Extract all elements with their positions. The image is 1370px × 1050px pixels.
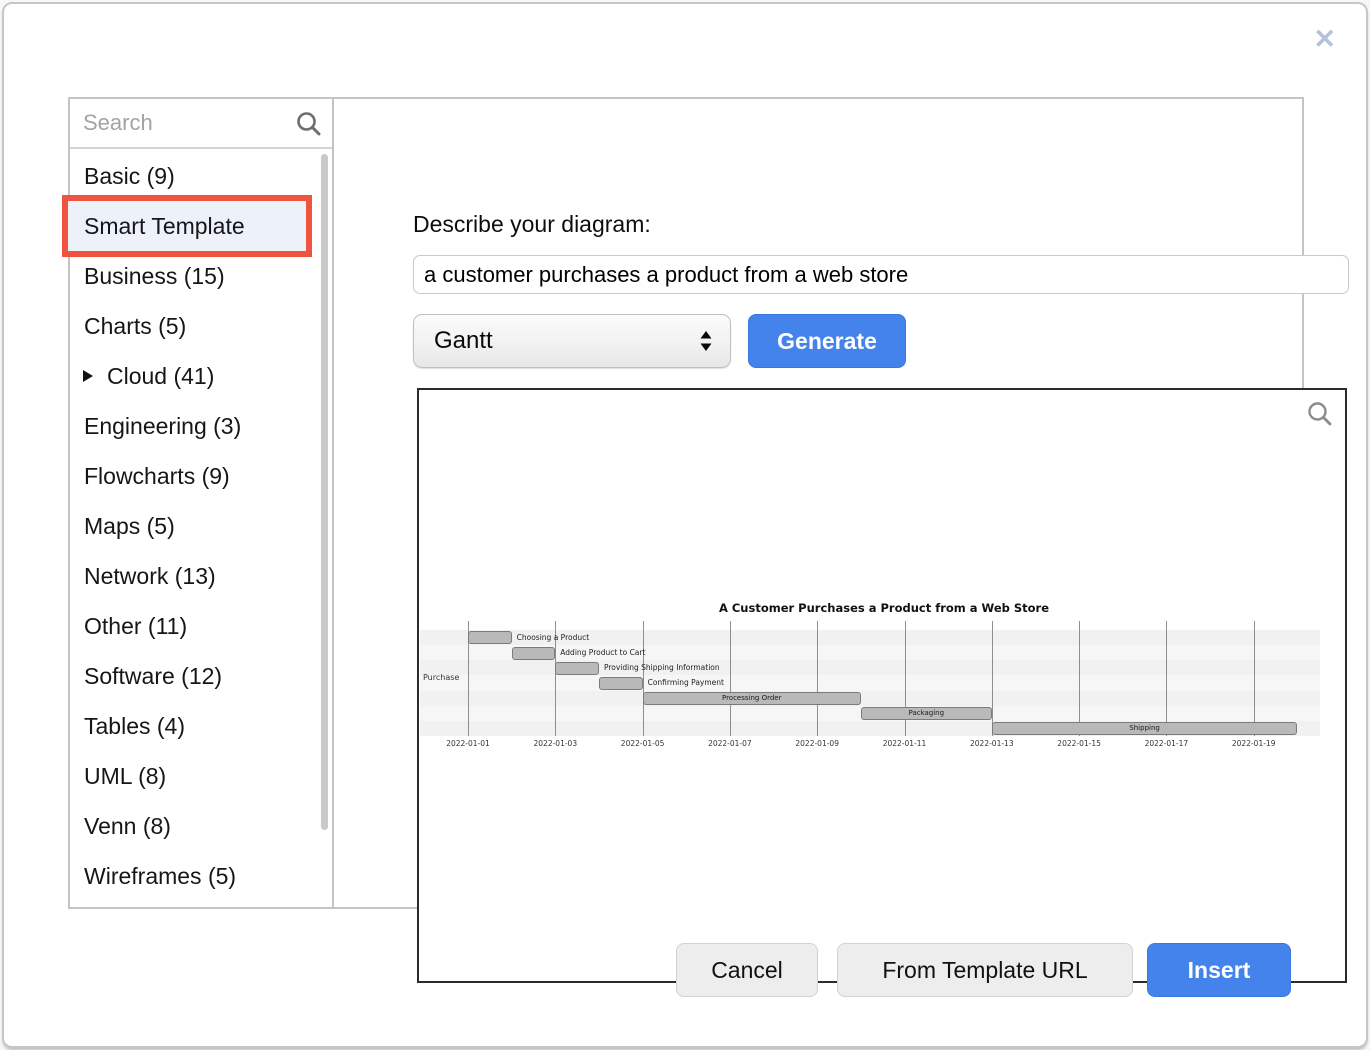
sidebar-item-maps-5[interactable]: Maps (5): [70, 501, 332, 551]
gantt-task-bar: Processing Order: [643, 692, 861, 705]
x-axis-tick-label: 2022-01-17: [1134, 739, 1198, 748]
x-axis-tick-label: 2022-01-09: [785, 739, 849, 748]
gantt-task-bar: Shipping: [992, 722, 1298, 735]
category-list: Basic (9) Smart Template Business (15) Char…: [70, 151, 332, 901]
sidebar-item-label: Charts (5): [84, 313, 186, 340]
gantt-task-label: Confirming Payment: [648, 678, 724, 687]
sidebar-item-label: Cloud (41): [107, 363, 214, 390]
sidebar-item-tables-4[interactable]: Tables (4): [70, 701, 332, 751]
sidebar-item-uml-8[interactable]: UML (8): [70, 751, 332, 801]
x-axis-tick-label: 2022-01-07: [698, 739, 762, 748]
gantt-task-label: Choosing a Product: [517, 633, 590, 642]
sidebar-item-label: UML (8): [84, 763, 166, 790]
diagram-preview[interactable]: A Customer Purchases a Product from a We…: [417, 388, 1347, 983]
x-axis-tick-label: 2022-01-05: [611, 739, 675, 748]
chart-gridline: [643, 621, 644, 736]
insert-button[interactable]: Insert: [1147, 943, 1291, 997]
gantt-group-label: Purchase: [423, 673, 459, 682]
sidebar-item-cloud-41[interactable]: Cloud (41): [70, 351, 332, 401]
gantt-task-bar: [555, 662, 599, 675]
sidebar-item-label: Venn (8): [84, 813, 171, 840]
sidebar-item-network-13[interactable]: Network (13): [70, 551, 332, 601]
gantt-task-bar: [599, 677, 643, 690]
search-icon: [295, 110, 322, 137]
sidebar-item-software-12[interactable]: Software (12): [70, 651, 332, 701]
sidebar-item-label: Network (13): [84, 563, 216, 590]
sidebar-item-wireframes-5[interactable]: Wireframes (5): [70, 851, 332, 901]
sidebar-item-label: Engineering (3): [84, 413, 241, 440]
from-template-url-button[interactable]: From Template URL: [837, 943, 1133, 997]
sidebar-item-basic-9[interactable]: Basic (9): [70, 151, 332, 201]
gantt-task-bar: [468, 631, 512, 644]
sidebar-item-label: Tables (4): [84, 713, 185, 740]
diagram-type-select[interactable]: Gantt: [413, 314, 731, 368]
x-axis-tick-label: 2022-01-13: [960, 739, 1024, 748]
dialog-body: Basic (9) Smart Template Business (15) Char…: [68, 97, 1304, 909]
selected-diagram-type: Gantt: [434, 327, 493, 355]
close-icon[interactable]: ✕: [1313, 26, 1336, 53]
template-category-sidebar: Basic (9) Smart Template Business (15) Char…: [70, 99, 334, 907]
sidebar-scrollbar[interactable]: [321, 154, 328, 830]
x-axis-tick-label: 2022-01-01: [436, 739, 500, 748]
chart-gridline: [1254, 621, 1255, 736]
sidebar-item-label: Maps (5): [84, 513, 175, 540]
sidebar-item-label: Other (11): [84, 613, 187, 640]
generate-button[interactable]: Generate: [748, 314, 906, 368]
search-row: [70, 99, 332, 149]
gantt-task-bar: Packaging: [861, 707, 992, 720]
smart-template-dialog: ✕ Basic (9) Smart Template Business (15) Ch…: [2, 2, 1368, 1048]
chart-gridline: [817, 621, 818, 736]
x-axis-tick-label: 2022-01-15: [1047, 739, 1111, 748]
sidebar-item-smart-template[interactable]: Smart Template: [70, 201, 332, 251]
sidebar-item-label: Software (12): [84, 663, 222, 690]
sidebar-item-label: Basic (9): [84, 163, 175, 190]
cancel-button[interactable]: Cancel: [676, 943, 818, 997]
sidebar-item-label: Smart Template: [84, 213, 245, 240]
sidebar-item-other-11[interactable]: Other (11): [70, 601, 332, 651]
gantt-task-label: Adding Product to Cart: [560, 648, 645, 657]
sidebar-item-label: Business (15): [84, 263, 225, 290]
sidebar-item-business-15[interactable]: Business (15): [70, 251, 332, 301]
x-axis-tick-label: 2022-01-19: [1222, 739, 1286, 748]
chart-gridline: [730, 621, 731, 736]
diagram-description-input[interactable]: [413, 255, 1349, 294]
x-axis-tick-label: 2022-01-11: [873, 739, 937, 748]
chart-gridline: [1166, 621, 1167, 736]
sidebar-item-engineering-3[interactable]: Engineering (3): [70, 401, 332, 451]
sidebar-item-charts-5[interactable]: Charts (5): [70, 301, 332, 351]
search-input[interactable]: [70, 99, 332, 147]
gantt-task-label: Providing Shipping Information: [604, 663, 720, 672]
gantt-task-bar: [512, 647, 556, 660]
expand-arrow-icon[interactable]: [83, 370, 93, 382]
chart-title: A Customer Purchases a Product from a We…: [429, 601, 1339, 615]
select-arrows-icon: [699, 328, 713, 354]
chart-gridline: [992, 621, 993, 736]
sidebar-item-flowcharts-9[interactable]: Flowcharts (9): [70, 451, 332, 501]
sidebar-item-label: Flowcharts (9): [84, 463, 230, 490]
sidebar-item-venn-8[interactable]: Venn (8): [70, 801, 332, 851]
gantt-chart: A Customer Purchases a Product from a We…: [419, 390, 1345, 981]
x-axis-tick-label: 2022-01-03: [523, 739, 587, 748]
describe-label: Describe your diagram:: [413, 211, 651, 238]
chart-gridline: [1079, 621, 1080, 736]
sidebar-item-label: Wireframes (5): [84, 863, 236, 890]
